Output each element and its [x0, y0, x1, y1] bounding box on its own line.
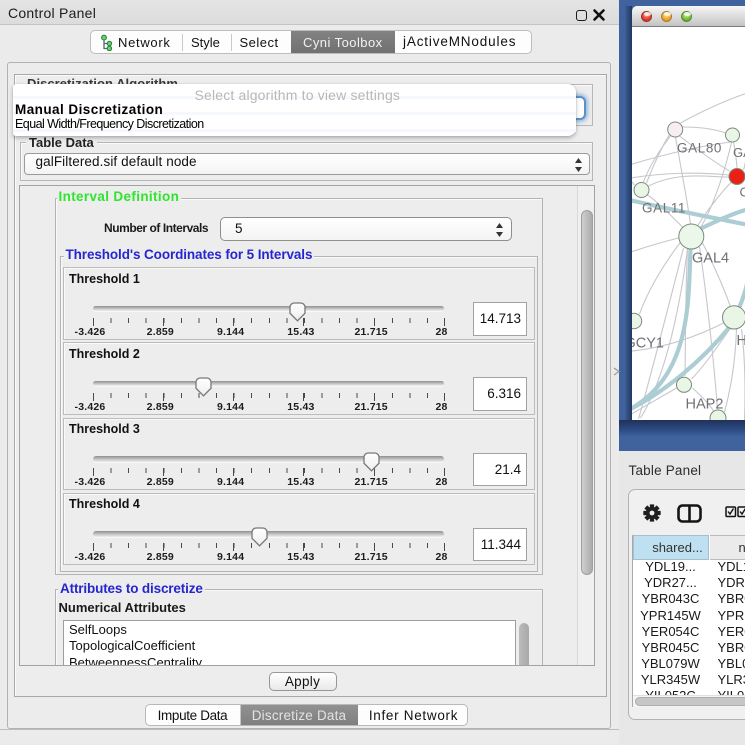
svg-text:HA: HA — [736, 333, 745, 349]
svg-text:GAL80: GAL80 — [677, 141, 722, 156]
svg-text:GAL: GAL — [733, 145, 745, 160]
svg-text:GAL11: GAL11 — [642, 201, 686, 216]
svg-text:GCY1: GCY1 — [632, 336, 664, 352]
svg-text:CA: CA — [739, 185, 745, 200]
svg-text:HAP2: HAP2 — [685, 397, 723, 413]
svg-text:GAL4: GAL4 — [692, 251, 729, 267]
